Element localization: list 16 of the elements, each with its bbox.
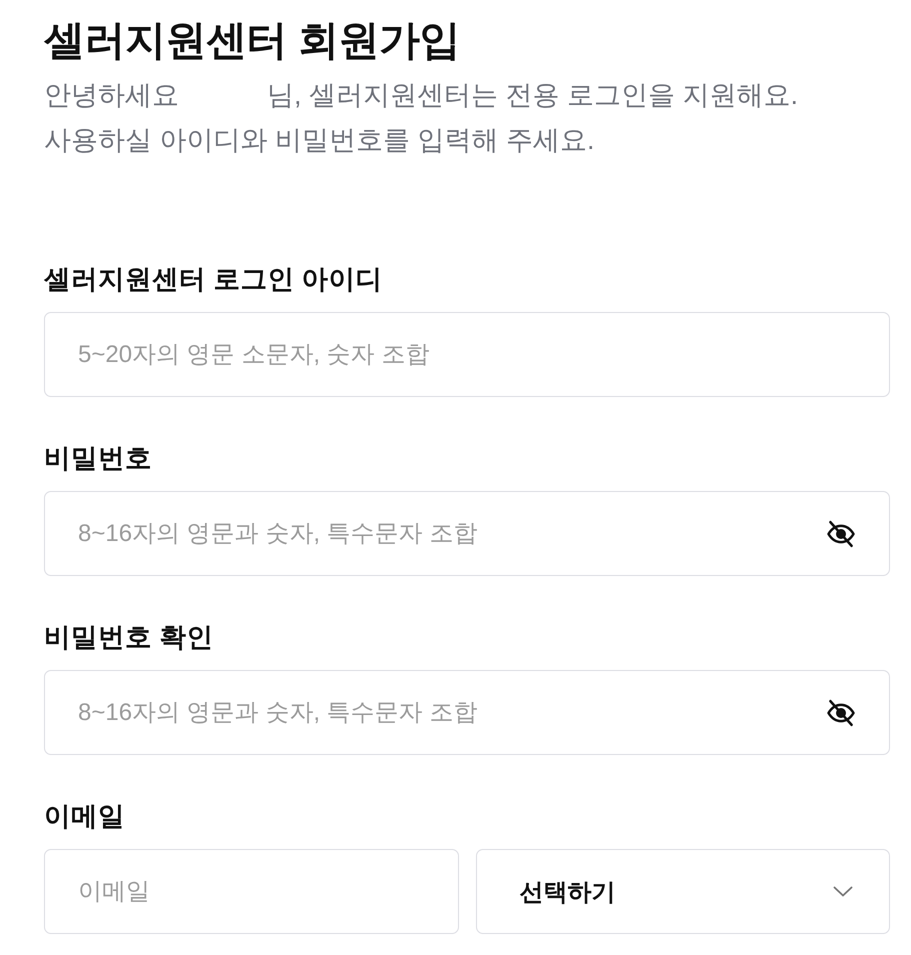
field-label: 비밀번호 (44, 442, 153, 474)
input-field[interactable]: 5~20자의 영문 소문자, 숫자 조합 (44, 312, 890, 397)
field-label: 비밀번호 확인 (44, 621, 214, 653)
chevron-down-icon (833, 886, 853, 897)
intro-text: 사용하실 아이디와 비밀번호를 입력해 주세요. (44, 124, 595, 157)
field-label: 셀러지원센터 로그인 아이디 (44, 263, 384, 295)
intro-text: 님, 셀러지원센터는 전용 로그인을 지원해요. (267, 79, 798, 112)
domain-select[interactable]: 선택하기 (476, 849, 890, 934)
eye-slash-icon[interactable] (826, 698, 856, 728)
eye-slash-icon[interactable] (826, 518, 856, 548)
email-field[interactable]: 이메일 (44, 849, 458, 934)
password-field[interactable]: 8~16자의 영문과 숫자, 특수문자 조합 (44, 491, 890, 576)
field-label: 이메일 (44, 800, 126, 832)
password-field[interactable]: 8~16자의 영문과 숫자, 특수문자 조합 (44, 670, 890, 755)
greeting-text: 안녕하세요 (44, 79, 179, 112)
page-title: 셀러지원센터 회원가입 (44, 16, 461, 65)
